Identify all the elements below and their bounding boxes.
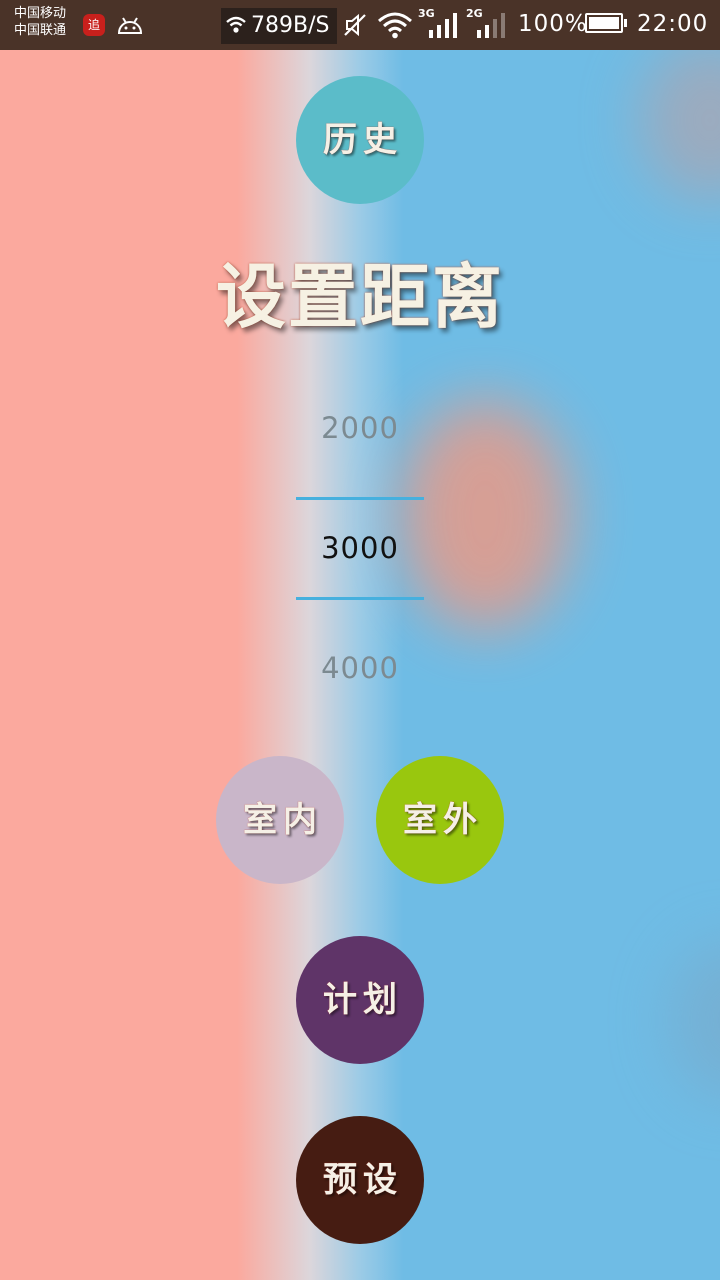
carrier-labels: 中国移动 中国联通	[14, 5, 66, 39]
carrier-2: 中国联通	[14, 23, 67, 38]
picker-divider-bottom	[296, 597, 424, 600]
indoor-button[interactable]: 室内	[216, 756, 344, 884]
cellular-signal-2-icon	[477, 13, 505, 38]
history-button[interactable]: 历史	[296, 76, 424, 204]
wifi-icon	[226, 16, 246, 33]
wifi-signal-icon	[378, 12, 412, 39]
status-bar: 中国移动 中国联通 追 789B/S 3G 2G 100% 22:00	[0, 0, 720, 50]
android-icon	[117, 17, 143, 34]
network-speed-indicator: 789B/S	[221, 8, 337, 44]
battery-icon	[585, 13, 623, 33]
clock: 22:00	[637, 11, 709, 37]
picker-option-selected[interactable]: 3000	[260, 528, 460, 568]
cellular-signal-icon	[429, 13, 457, 38]
mute-icon	[344, 13, 366, 37]
picker-option-above[interactable]: 2000	[260, 408, 460, 448]
plan-button[interactable]: 计划	[296, 936, 424, 1064]
picker-option-below[interactable]: 4000	[260, 648, 460, 688]
app-notification-icon: 追	[83, 14, 105, 36]
page-title: 设置距离	[216, 256, 504, 338]
battery-tip	[624, 19, 627, 27]
battery-percent: 100%	[518, 11, 588, 37]
outdoor-button[interactable]: 室外	[376, 756, 504, 884]
picker-divider-top	[296, 497, 424, 500]
carrier-1: 中国移动	[14, 6, 67, 21]
net-speed-text: 789B/S	[251, 13, 330, 38]
preset-button[interactable]: 预设	[296, 1116, 424, 1244]
battery-fill	[589, 17, 619, 29]
